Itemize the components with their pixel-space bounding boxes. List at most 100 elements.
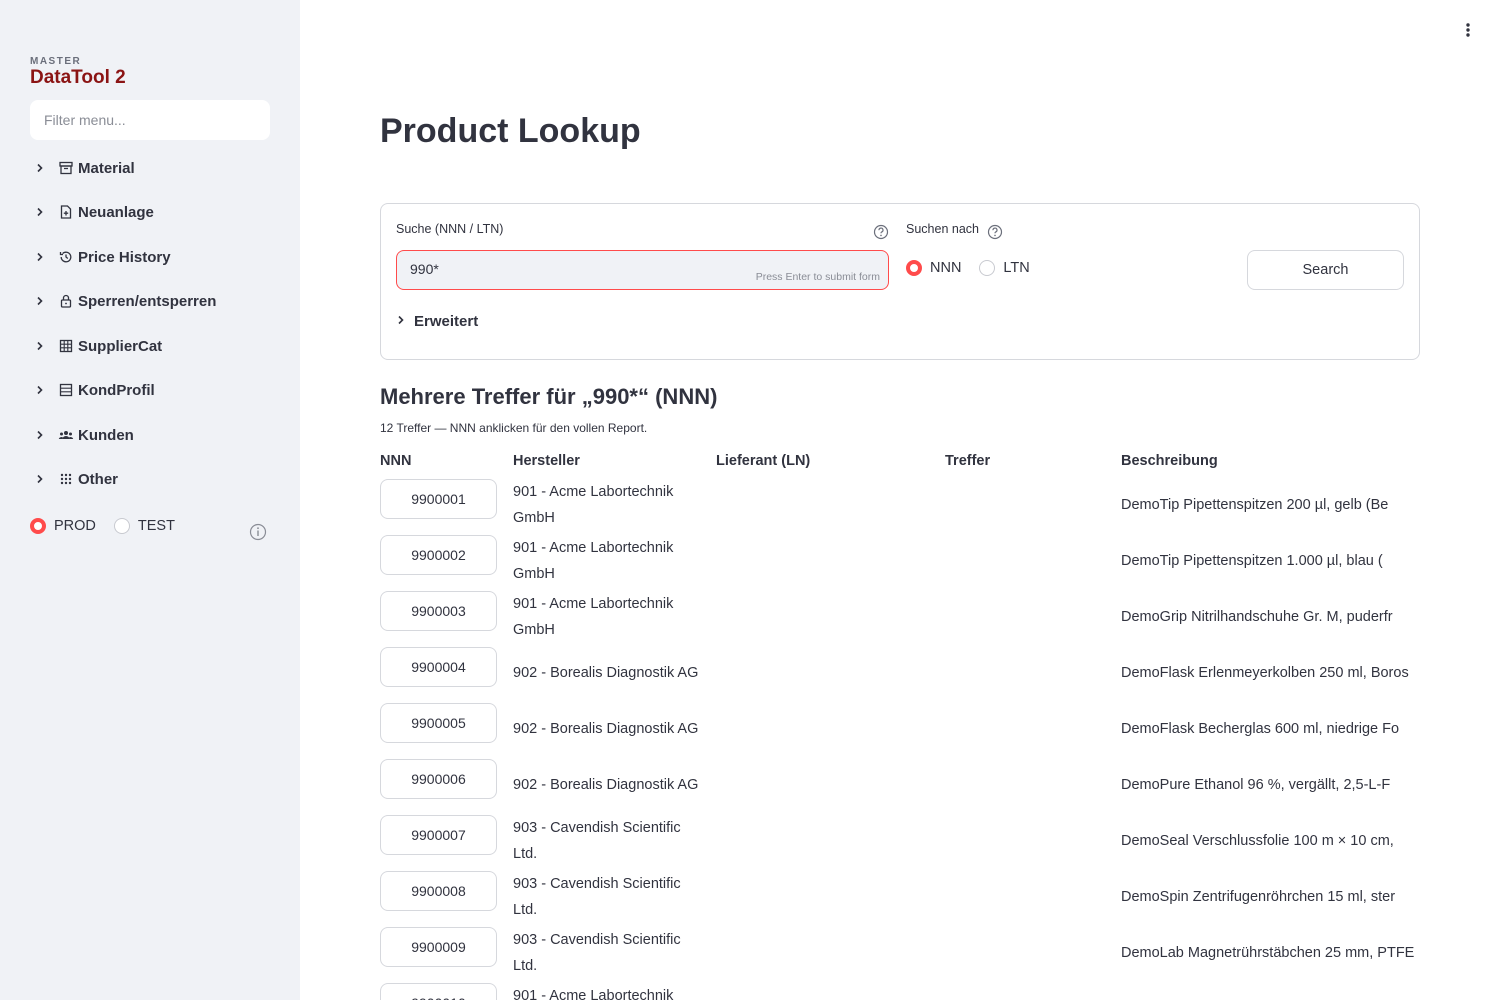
history-icon xyxy=(58,249,74,265)
beschreibung-cell: DemoSeal Verschlussfolie 100 m × 10 cm, xyxy=(1121,833,1394,849)
mode-option-nnn[interactable]: NNN xyxy=(906,260,961,276)
radio-selected[interactable] xyxy=(30,518,46,534)
hersteller-cell: 902 - Borealis Diagnostik AG xyxy=(513,665,699,681)
sidebar-item-neuanlage[interactable]: Neuanlage xyxy=(30,198,270,226)
nnn-link-button[interactable]: 9900003 xyxy=(380,591,497,631)
advanced-label: Erweitert xyxy=(414,312,479,330)
nnn-link-button[interactable]: 9900006 xyxy=(380,759,497,799)
hersteller-cell: 901 - Acme Labortechnik xyxy=(513,988,674,1000)
sidebar-item-label: Price History xyxy=(78,248,171,266)
beschreibung-cell: DemoSpin Zentrifugenröhrchen 15 ml, ster xyxy=(1121,889,1396,905)
env-option-prod[interactable]: PROD xyxy=(30,518,96,534)
beschreibung-cell: DemoTip Pipettenspitzen 200 µl, gelb (Be xyxy=(1121,497,1389,513)
chevron-right-icon xyxy=(30,202,50,222)
chevron-right-icon xyxy=(30,291,50,311)
page-title: Product Lookup xyxy=(380,112,641,150)
enter-hint: Press Enter to submit form xyxy=(755,271,880,283)
list-box-icon xyxy=(58,382,74,398)
hersteller-cell: 901 - Acme Labortechnik GmbH xyxy=(513,596,674,638)
sidebar-item-label: Kunden xyxy=(78,426,134,444)
sidebar-item-material[interactable]: Material xyxy=(30,154,270,182)
nnn-link-button[interactable]: 9900008 xyxy=(380,871,497,911)
sidebar-item-label: KondProfil xyxy=(78,381,155,399)
table-row: 9900003 901 - Acme Labortechnik GmbH Dem… xyxy=(380,591,1420,647)
table-row: 9900004 902 - Borealis Diagnostik AG Dem… xyxy=(380,647,1420,703)
chevron-right-icon xyxy=(30,425,50,445)
hersteller-cell: 901 - Acme Labortechnik GmbH xyxy=(513,484,674,526)
nnn-link-button[interactable]: 9900002 xyxy=(380,535,497,575)
search-form: Suche (NNN / LTN) 990* Press Enter to su… xyxy=(380,203,1420,360)
chevron-right-icon xyxy=(30,247,50,267)
sidebar-item-kondprofil[interactable]: KondProfil xyxy=(30,376,270,404)
beschreibung-cell: DemoGrip Nitrilhandschuhe Gr. M, puderfr xyxy=(1121,609,1393,625)
sidebar: MASTER DataTool 2 Material Neuanlage Pri… xyxy=(0,0,300,1000)
search-mode-label: Suchen nach xyxy=(906,222,979,236)
table-row: 9900002 901 - Acme Labortechnik GmbH Dem… xyxy=(380,535,1420,591)
main-menu-kebab-icon[interactable] xyxy=(1458,20,1478,40)
results-heading: Mehrere Treffer für „990*“ (NNN) xyxy=(380,384,718,409)
sidebar-item-sperren[interactable]: Sperren/entsperren xyxy=(30,287,270,315)
table-row: 9900009 903 - Cavendish Scientific Ltd. … xyxy=(380,927,1420,983)
dots-grid-icon xyxy=(58,471,74,487)
sidebar-item-label: Other xyxy=(78,470,119,488)
chevron-right-icon xyxy=(30,380,50,400)
hersteller-cell: 902 - Borealis Diagnostik AG xyxy=(513,721,699,737)
archive-icon xyxy=(58,160,74,176)
column-header-nnn: NNN xyxy=(380,453,412,469)
search-label: Suche (NNN / LTN) xyxy=(396,222,504,236)
search-button[interactable]: Search xyxy=(1247,250,1404,290)
lock-icon xyxy=(58,293,74,309)
beschreibung-cell: DemoFlask Becherglas 600 ml, niedrige Fo xyxy=(1121,721,1400,737)
nnn-link-button[interactable]: 9900009 xyxy=(380,927,497,967)
chevron-right-icon xyxy=(30,336,50,356)
sidebar-item-price-history[interactable]: Price History xyxy=(30,243,270,271)
chevron-right-icon xyxy=(396,312,406,330)
hersteller-cell: 902 - Borealis Diagnostik AG xyxy=(513,777,699,793)
nnn-link-button[interactable]: 9900001 xyxy=(380,479,497,519)
nnn-link-button[interactable]: 9900005 xyxy=(380,703,497,743)
sidebar-item-label: Neuanlage xyxy=(78,203,154,221)
table-row: 9900007 903 - Cavendish Scientific Ltd. … xyxy=(380,815,1420,871)
column-header-lieferant: Lieferant (LN) xyxy=(716,453,811,469)
app-title: DataTool 2 xyxy=(30,67,126,88)
nnn-link-button[interactable]: 9900010 xyxy=(380,983,497,1000)
nnn-link-button[interactable]: 9900004 xyxy=(380,647,497,687)
table-row: 9900010 901 - Acme Labortechnik xyxy=(380,983,1420,1000)
info-icon[interactable] xyxy=(249,523,267,546)
nnn-link-button[interactable]: 9900007 xyxy=(380,815,497,855)
radio-unselected[interactable] xyxy=(113,518,130,534)
help-icon[interactable] xyxy=(873,224,889,245)
advanced-expander[interactable]: Erweitert xyxy=(396,312,478,330)
radio-unselected[interactable] xyxy=(979,260,996,276)
mode-option-ltn[interactable]: LTN xyxy=(979,260,1030,276)
sidebar-item-other[interactable]: Other xyxy=(30,465,270,493)
column-header-beschreibung: Beschreibung xyxy=(1121,453,1218,469)
sidebar-item-kunden[interactable]: Kunden xyxy=(30,421,270,449)
env-label-test: TEST xyxy=(137,518,175,534)
hersteller-cell: 903 - Cavendish Scientific Ltd. xyxy=(513,820,681,862)
env-option-test[interactable]: TEST xyxy=(113,518,175,534)
environment-selector: PROD TEST xyxy=(30,514,270,541)
results-caption: 12 Treffer — NNN anklicken für den volle… xyxy=(380,421,648,435)
hersteller-cell: 901 - Acme Labortechnik GmbH xyxy=(513,540,674,582)
column-header-treffer: Treffer xyxy=(945,453,991,469)
grid-icon xyxy=(58,338,74,354)
hersteller-cell: 903 - Cavendish Scientific Ltd. xyxy=(513,932,681,974)
mode-label-nnn: NNN xyxy=(930,260,962,276)
column-header-hersteller: Hersteller xyxy=(513,453,580,469)
beschreibung-cell: DemoFlask Erlenmeyerkolben 250 ml, Boros xyxy=(1121,665,1409,681)
chevron-right-icon xyxy=(30,469,50,489)
help-icon[interactable] xyxy=(987,224,1003,245)
chevron-right-icon xyxy=(30,158,50,178)
hersteller-cell: 903 - Cavendish Scientific Ltd. xyxy=(513,876,681,918)
beschreibung-cell: DemoLab Magnetrührstäbchen 25 mm, PTFE xyxy=(1121,945,1415,961)
search-mode-radio-group: NNN LTN xyxy=(906,260,1048,276)
brand-subtitle: MASTER xyxy=(30,56,82,67)
search-input[interactable]: 990* Press Enter to submit form xyxy=(396,250,889,290)
mode-label-ltn: LTN xyxy=(1003,260,1030,276)
sidebar-item-label: SupplierCat xyxy=(78,337,163,355)
table-row: 9900008 903 - Cavendish Scientific Ltd. … xyxy=(380,871,1420,927)
filter-menu-input[interactable] xyxy=(30,100,270,140)
sidebar-item-suppliercat[interactable]: SupplierCat xyxy=(30,332,270,360)
radio-selected[interactable] xyxy=(906,260,922,276)
